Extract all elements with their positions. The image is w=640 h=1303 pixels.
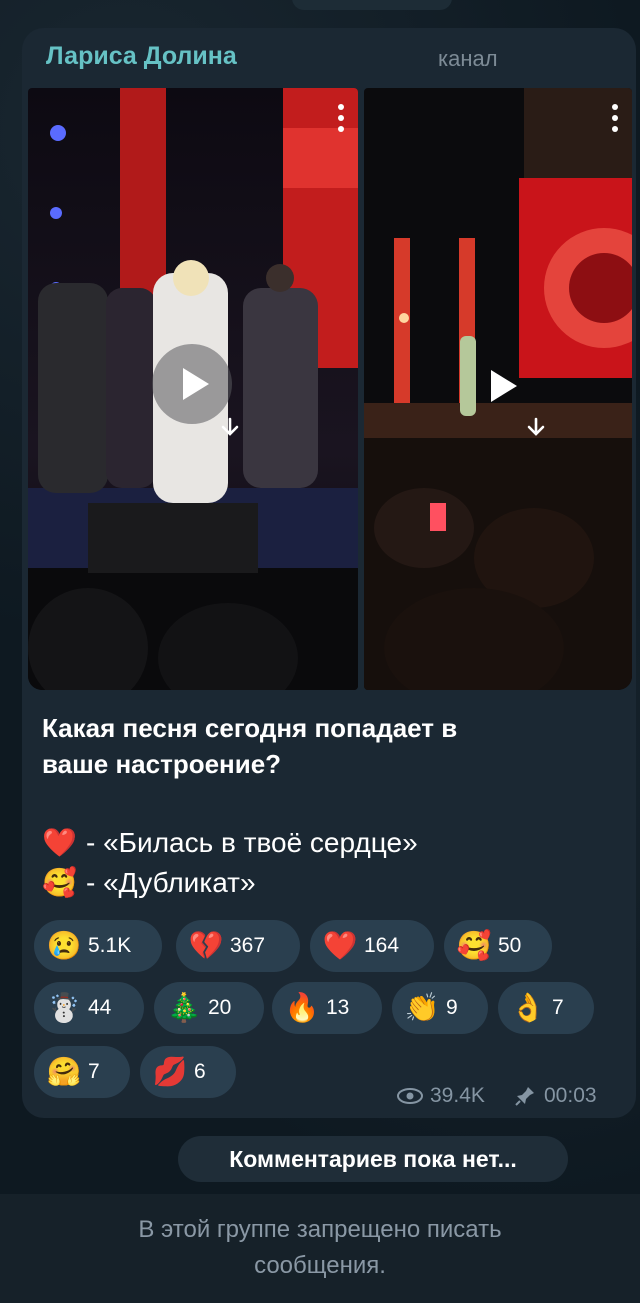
- views-meta: 39.4K: [396, 1084, 485, 1108]
- reaction-hugging[interactable]: 🤗 7: [34, 1046, 130, 1098]
- download-icon[interactable]: [210, 408, 250, 448]
- reaction-count: 7: [552, 996, 564, 1019]
- reaction-count: 44: [88, 996, 112, 1019]
- date-pill: [292, 0, 452, 10]
- option-1: ❤️ - «Билась в твоё сердце»: [42, 826, 418, 859]
- fire-icon: 🔥: [284, 992, 320, 1023]
- post-text-line-2: ваше настроение?: [42, 749, 282, 779]
- reaction-broken-heart[interactable]: 💔 367: [176, 920, 300, 972]
- reaction-heart[interactable]: ❤️ 164: [310, 920, 434, 972]
- reaction-snowman[interactable]: ☃️ 44: [34, 982, 144, 1034]
- notice-line-2: сообщения.: [254, 1252, 386, 1279]
- more-options-icon[interactable]: [336, 104, 346, 140]
- views-count: 39.4K: [430, 1084, 485, 1107]
- reaction-count: 50: [498, 934, 522, 957]
- clapping-hands-icon: 👏: [404, 992, 440, 1023]
- video-thumbnail-2[interactable]: [364, 88, 632, 690]
- option-2: 🥰 - «Дубликат»: [42, 866, 256, 899]
- reaction-count: 6: [194, 1060, 206, 1083]
- christmas-tree-icon: 🎄: [166, 992, 202, 1023]
- reaction-clapping[interactable]: 👏 9: [392, 982, 488, 1034]
- more-options-icon[interactable]: [610, 104, 620, 140]
- reaction-count: 164: [364, 934, 400, 957]
- download-icon[interactable]: [516, 408, 556, 448]
- reaction-crying[interactable]: 😢 5.1K: [34, 920, 162, 972]
- comments-button[interactable]: Комментариев пока нет...: [178, 1136, 568, 1182]
- reaction-count: 20: [208, 996, 232, 1019]
- video-thumbnail-1[interactable]: [28, 88, 358, 690]
- hugging-face-icon: 🤗: [46, 1056, 82, 1087]
- eye-icon: [397, 1088, 423, 1104]
- option-2-text: - «Дубликат»: [86, 866, 256, 898]
- reaction-fire[interactable]: 🔥 13: [272, 982, 382, 1034]
- reaction-smiling-hearts[interactable]: 🥰 50: [444, 920, 552, 972]
- notice-line-1: В этой группе запрещено писать: [138, 1216, 502, 1243]
- red-heart-icon: ❤️: [42, 827, 77, 858]
- broken-heart-icon: 💔: [188, 930, 224, 961]
- snowman-icon: ☃️: [46, 992, 82, 1023]
- red-heart-icon: ❤️: [322, 930, 358, 961]
- reaction-count: 7: [88, 1060, 100, 1083]
- post-text-line-1: Какая песня сегодня попадает в: [42, 713, 458, 743]
- smiling-face-with-hearts-icon: 🥰: [456, 930, 492, 961]
- ok-hand-icon: 👌: [510, 992, 546, 1023]
- reaction-ok-hand[interactable]: 👌 7: [498, 982, 594, 1034]
- reaction-count: 5.1K: [88, 934, 132, 957]
- reaction-christmas-tree[interactable]: 🎄 20: [154, 982, 264, 1034]
- time-meta: 00:03: [514, 1084, 597, 1108]
- reaction-kiss[interactable]: 💋 6: [140, 1046, 236, 1098]
- option-1-text: - «Билась в твоё сердце»: [86, 826, 418, 858]
- post-time: 00:03: [544, 1084, 597, 1107]
- reaction-count: 9: [446, 996, 458, 1019]
- write-restriction-notice: В этой группе запрещено писать сообщения…: [0, 1212, 640, 1284]
- reaction-count: 13: [326, 996, 350, 1019]
- pin-icon: [515, 1087, 534, 1106]
- channel-name[interactable]: Лариса Долина: [46, 42, 237, 71]
- channel-tag: канал: [438, 46, 498, 71]
- kiss-mark-icon: 💋: [152, 1056, 188, 1087]
- reaction-count: 367: [230, 934, 266, 957]
- crying-face-icon: 😢: [46, 930, 82, 961]
- post-text: Какая песня сегодня попадает в ваше наст…: [42, 710, 602, 782]
- smiling-face-with-hearts-icon: 🥰: [42, 867, 77, 898]
